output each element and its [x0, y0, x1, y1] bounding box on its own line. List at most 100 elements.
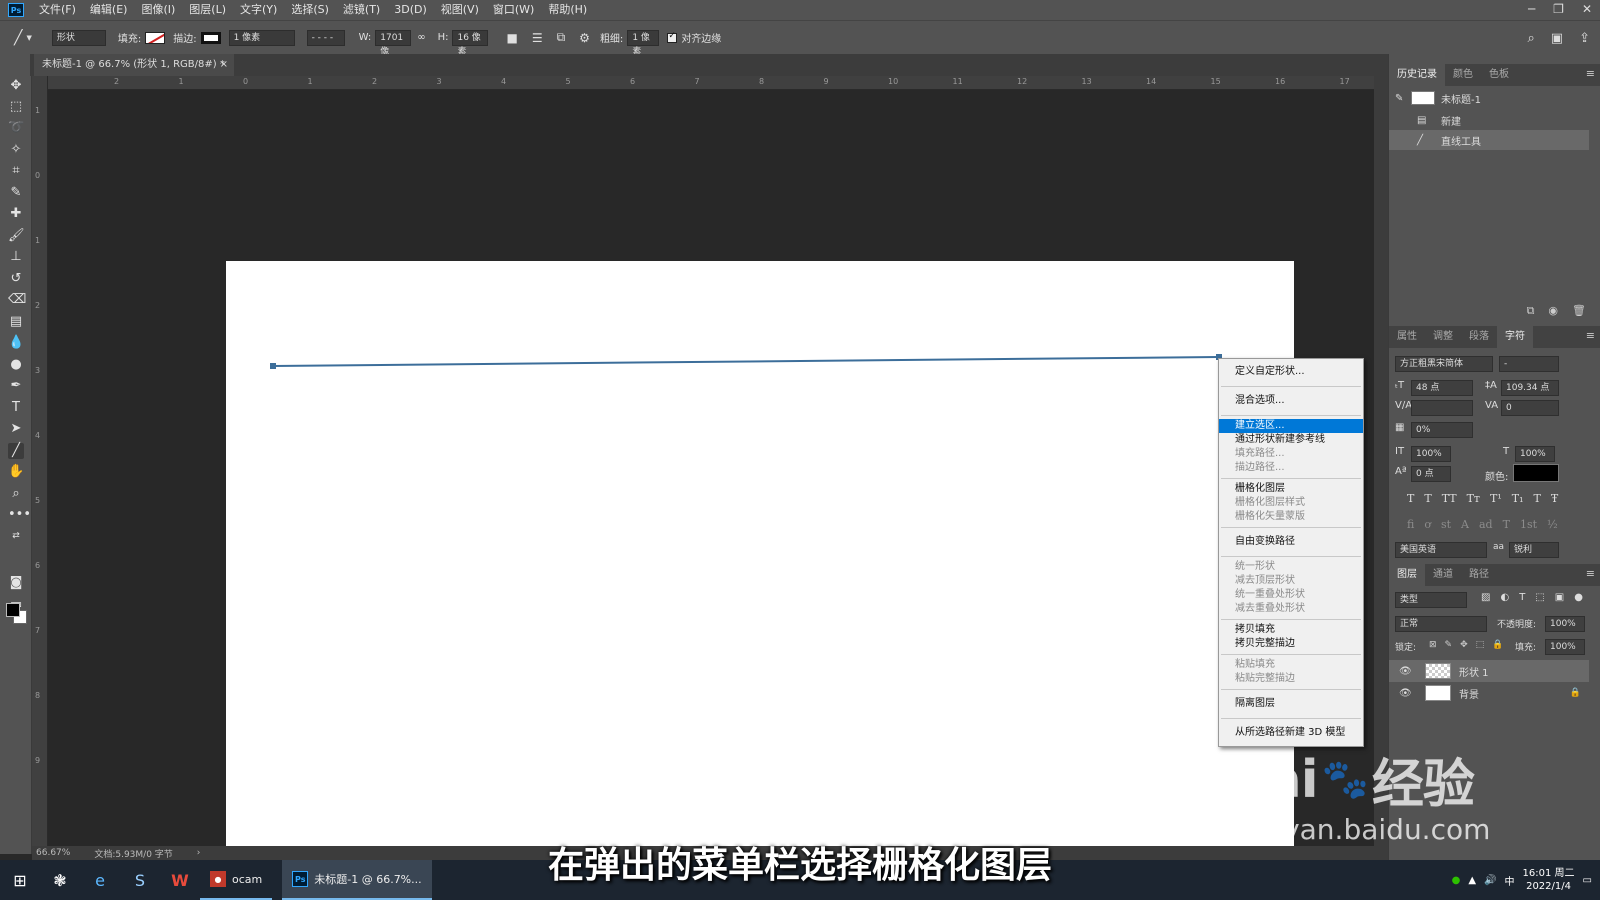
history-brush-tool-icon[interactable]: ↺ [8, 271, 24, 287]
stroke-swatch[interactable] [200, 31, 221, 44]
typography-button[interactable]: 1st [1520, 518, 1537, 531]
lock-artboard-icon[interactable]: ⬚ [1476, 640, 1485, 650]
swap-colors-icon[interactable]: ⇄ [8, 528, 24, 544]
tab-properties[interactable]: 属性 [1389, 326, 1425, 348]
panel-menu-icon[interactable]: ≡ [1586, 567, 1595, 580]
trash-icon[interactable]: 🗑 [1572, 304, 1586, 318]
width-field[interactable]: 1701 像 [375, 29, 412, 57]
history-step[interactable]: ╱ 直线工具 [1389, 130, 1589, 150]
tab-history[interactable]: 历史记录 [1389, 64, 1445, 86]
search-icon[interactable]: ⌕ [1528, 31, 1535, 46]
camera-icon[interactable]: ◉ [1548, 304, 1558, 318]
context-menu-item[interactable]: 栅格化图层 [1219, 482, 1363, 496]
horizontal-ruler[interactable]: 210123456789101112131415161718 [48, 76, 1414, 90]
filter-adjustment-icon[interactable]: ◐ [1500, 592, 1509, 603]
align-edges-checkbox[interactable] [667, 31, 678, 43]
kerning-field[interactable] [1411, 400, 1473, 416]
healing-brush-tool-icon[interactable]: ✚ [8, 206, 24, 222]
history-snapshot[interactable]: ✎ 未标题-1 [1389, 88, 1589, 108]
lock-all-icon[interactable]: 🔒 [1492, 640, 1503, 650]
opacity-field[interactable]: 100% [1545, 616, 1585, 632]
context-menu-item[interactable]: 混合选项... [1219, 390, 1363, 412]
dodge-tool-icon[interactable]: ● [8, 357, 24, 373]
baseline-shift-field[interactable]: 0 点 [1411, 466, 1451, 482]
stroke-type-select[interactable]: - - - - [306, 29, 345, 46]
typography-button[interactable]: T¹ [1490, 492, 1502, 505]
context-menu-item[interactable]: 隔离图层 [1219, 693, 1363, 715]
typography-button[interactable]: st [1441, 518, 1451, 531]
magic-wand-tool-icon[interactable]: ✧ [8, 142, 24, 158]
gradient-tool-icon[interactable]: ▤ [8, 314, 24, 330]
filter-pixel-icon[interactable]: ▨ [1481, 592, 1490, 603]
menu-filter[interactable]: 滤镜(T) [336, 0, 387, 20]
crop-tool-icon[interactable]: ⌗ [8, 163, 24, 179]
move-tool-icon[interactable]: ✥ [8, 78, 24, 94]
context-menu-item[interactable]: 定义自定形状... [1219, 361, 1363, 383]
tab-paths[interactable]: 路径 [1461, 564, 1497, 586]
typography-button[interactable]: T [1407, 492, 1414, 505]
typography-button[interactable]: Ŧ [1551, 492, 1558, 505]
path-operations-icon[interactable]: ■ [506, 31, 517, 45]
tab-adjustments[interactable]: 调整 [1425, 326, 1461, 348]
font-style-select[interactable]: - [1499, 356, 1559, 372]
path-selection-tool-icon[interactable]: ➤ [8, 421, 24, 437]
filter-smart-object-icon[interactable]: ▣ [1555, 592, 1564, 603]
pen-tool-icon[interactable]: ✒ [8, 378, 24, 394]
filter-type-icon[interactable]: T [1519, 592, 1525, 603]
type-tool-icon[interactable]: T [8, 400, 24, 416]
layer-filter-select[interactable]: 类型 [1395, 592, 1467, 608]
history-step[interactable]: ▤ 新建 [1389, 110, 1589, 130]
menu-3d[interactable]: 3D(D) [387, 0, 434, 20]
leading-field[interactable]: 109.34 点 [1501, 380, 1559, 396]
context-menu-item[interactable]: 建立选区... [1219, 419, 1363, 433]
stamp-tool-icon[interactable]: ⊥ [8, 249, 24, 265]
filter-shape-icon[interactable]: ⬚ [1535, 592, 1544, 603]
marquee-tool-icon[interactable]: ⬚ [8, 99, 24, 115]
tool-mode-select[interactable]: 形状 [51, 29, 106, 46]
typography-button[interactable]: A [1461, 518, 1469, 531]
tab-color[interactable]: 颜色 [1445, 64, 1481, 86]
menu-type[interactable]: 文字(Y) [233, 0, 284, 20]
workspace-icon[interactable]: ▣ [1551, 31, 1563, 46]
tab-channels[interactable]: 通道 [1425, 564, 1461, 586]
eye-icon[interactable]: 👁 [1399, 666, 1415, 677]
lock-position-icon[interactable]: ✥ [1460, 640, 1468, 650]
tab-paragraph[interactable]: 段落 [1461, 326, 1497, 348]
path-arrangement-icon[interactable]: ⧉ [557, 30, 566, 45]
line-shape-path[interactable] [48, 90, 1374, 846]
close-window-icon[interactable]: ✕ [1582, 0, 1592, 18]
share-icon[interactable]: ⇪ [1579, 31, 1590, 46]
context-menu-item[interactable]: 通过形状新建参考线 [1219, 433, 1363, 447]
menu-edit[interactable]: 编辑(E) [83, 0, 135, 20]
horizontal-scale-field[interactable]: 100% [1515, 446, 1555, 462]
context-menu-item[interactable]: 从所选路径新建 3D 模型 [1219, 722, 1363, 744]
menu-help[interactable]: 帮助(H) [541, 0, 594, 20]
document-tab[interactable]: 未标题-1 @ 66.7% (形状 1, RGB/8#) * × [34, 54, 234, 76]
hand-tool-icon[interactable]: ✋ [8, 464, 24, 480]
lasso-tool-icon[interactable]: ➰ [8, 120, 24, 136]
typography-button[interactable]: Tт [1467, 492, 1480, 505]
line-tool-preset-icon[interactable]: ╱ [14, 30, 22, 46]
context-menu-item[interactable]: 自由变换路径 [1219, 531, 1363, 553]
lock-pixels-icon[interactable]: ✎ [1445, 640, 1453, 650]
menu-layer[interactable]: 图层(L) [182, 0, 233, 20]
tracking-field[interactable]: 0 [1501, 400, 1559, 416]
line-tool-icon[interactable]: ╱ [8, 443, 24, 459]
panel-menu-icon[interactable]: ≡ [1586, 329, 1595, 342]
foreground-color-swatch[interactable] [6, 603, 20, 617]
quick-mask-icon[interactable]: ◙ [8, 575, 24, 591]
typography-button[interactable]: ad [1479, 518, 1493, 531]
close-tab-icon[interactable]: × [220, 54, 228, 76]
tab-layers[interactable]: 图层 [1389, 564, 1425, 586]
font-family-select[interactable]: 方正粗黑宋简体 [1395, 356, 1493, 372]
brush-tool-icon[interactable]: 🖌 [8, 228, 25, 244]
layer-row[interactable]: 👁 形状 1 [1389, 660, 1589, 682]
tsume-field[interactable]: 0% [1411, 422, 1473, 438]
fill-field[interactable]: 100% [1545, 639, 1585, 655]
menu-view[interactable]: 视图(V) [434, 0, 486, 20]
typography-button[interactable]: fi [1407, 518, 1414, 531]
filter-toggle-icon[interactable]: ● [1574, 592, 1583, 603]
minimize-icon[interactable]: ─ [1528, 0, 1535, 18]
menu-file[interactable]: 文件(F) [32, 0, 83, 20]
zoom-tool-icon[interactable]: ⌕ [8, 486, 24, 502]
